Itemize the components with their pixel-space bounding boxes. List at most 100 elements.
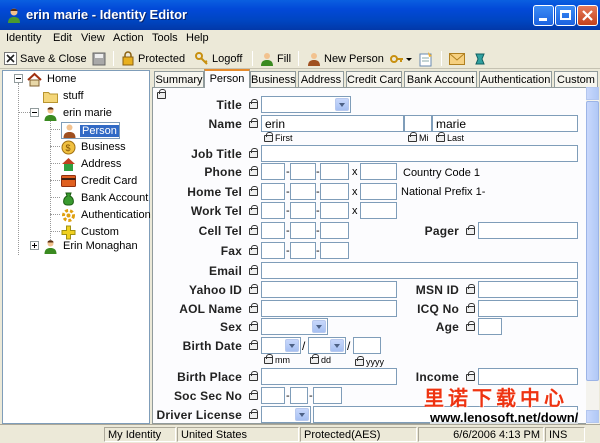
tab-credit-card[interactable]: Credit Card	[346, 71, 402, 87]
new-person-button[interactable]: New Person	[307, 50, 384, 67]
aol-name-input[interactable]	[261, 300, 397, 317]
fax-number-input[interactable]	[320, 242, 349, 259]
tree-erin-monaghan[interactable]: Erin Monaghan	[43, 238, 140, 254]
lock-icon[interactable]	[249, 340, 258, 350]
lock-icon[interactable]	[249, 148, 258, 158]
logoff-button[interactable]: Logoff	[195, 50, 242, 67]
tree-stuff[interactable]: stuff	[43, 88, 86, 104]
pin-icon[interactable]	[473, 52, 487, 66]
notepad-icon[interactable]	[418, 51, 434, 67]
phone-ext-input[interactable]	[360, 163, 397, 180]
lock-icon[interactable]	[466, 284, 475, 294]
cell-tel-prefix-input[interactable]	[290, 222, 316, 239]
menu-identity[interactable]: Identity	[6, 32, 41, 44]
tab-person[interactable]: Person	[204, 69, 250, 88]
lock-icon[interactable]	[249, 186, 258, 196]
middle-initial-input[interactable]	[404, 115, 432, 132]
minimize-button[interactable]	[533, 5, 554, 26]
key-dropdown-icon[interactable]	[390, 52, 412, 66]
ssn-part2-input[interactable]	[290, 387, 308, 404]
tree-credit-card[interactable]: Credit Card	[61, 173, 139, 189]
menu-help[interactable]: Help	[186, 32, 209, 44]
phone-prefix-input[interactable]	[290, 163, 316, 180]
lock-icon[interactable]	[355, 356, 364, 366]
ssn-part1-input[interactable]	[261, 387, 285, 404]
lock-icon[interactable]	[249, 118, 258, 128]
phone-number-input[interactable]	[320, 163, 349, 180]
menu-edit[interactable]: Edit	[53, 32, 72, 44]
disk-icon[interactable]	[92, 52, 106, 66]
lock-icon[interactable]	[249, 321, 258, 331]
age-input[interactable]	[478, 318, 502, 335]
birth-month-select[interactable]	[261, 337, 301, 354]
tree-bank-account[interactable]: Bank Account	[61, 190, 150, 206]
scroll-thumb[interactable]	[586, 101, 599, 381]
lock-icon[interactable]	[249, 303, 258, 313]
protected-button[interactable]: Protected	[121, 50, 185, 67]
tab-business[interactable]: Business	[250, 71, 296, 87]
cell-tel-number-input[interactable]	[320, 222, 349, 239]
lock-icon[interactable]	[249, 284, 258, 294]
lock-icon[interactable]	[249, 166, 258, 176]
tree-authentication[interactable]: Authentication	[61, 207, 153, 223]
lock-icon[interactable]	[249, 99, 258, 109]
msn-id-input[interactable]	[478, 281, 578, 298]
tree-address[interactable]: Address	[61, 156, 123, 172]
fill-button[interactable]: Fill	[260, 50, 291, 67]
lock-icon[interactable]	[249, 390, 258, 400]
menu-action[interactable]: Action	[113, 32, 144, 44]
ssn-part3-input[interactable]	[313, 387, 342, 404]
icq-no-input[interactable]	[478, 300, 578, 317]
home-tel-area-input[interactable]	[261, 183, 285, 200]
lock-icon[interactable]	[249, 409, 258, 419]
work-tel-ext-input[interactable]	[360, 202, 397, 219]
tree-person[interactable]: Person	[61, 122, 120, 139]
sex-select[interactable]	[261, 318, 328, 335]
lock-icon[interactable]	[249, 371, 258, 381]
tab-summary[interactable]: Summary	[154, 71, 204, 87]
email-input[interactable]	[261, 262, 578, 279]
expand-erin-monaghan-toggle[interactable]	[30, 241, 39, 250]
scroll-up-button[interactable]	[586, 87, 599, 100]
maximize-button[interactable]	[555, 5, 576, 26]
lock-icon[interactable]	[249, 245, 258, 255]
menu-tools[interactable]: Tools	[152, 32, 178, 44]
tab-authentication[interactable]: Authentication	[479, 71, 552, 87]
home-tel-number-input[interactable]	[320, 183, 349, 200]
vertical-scrollbar[interactable]	[586, 87, 599, 424]
home-tel-ext-input[interactable]	[360, 183, 397, 200]
phone-area-input[interactable]	[261, 163, 285, 180]
lock-icon[interactable]	[264, 132, 273, 142]
lock-icon[interactable]	[157, 89, 166, 99]
save-close-button[interactable]: Save & Close	[4, 50, 87, 67]
job-title-input[interactable]	[261, 145, 578, 162]
lock-icon[interactable]	[466, 371, 475, 381]
birth-place-input[interactable]	[261, 368, 397, 385]
scroll-down-button[interactable]	[586, 410, 599, 423]
close-button[interactable]	[577, 5, 598, 26]
title-select[interactable]	[261, 96, 351, 113]
last-name-input[interactable]: marie	[432, 115, 578, 132]
driver-license-state-select[interactable]	[261, 406, 311, 423]
tab-address[interactable]: Address	[298, 71, 344, 87]
work-tel-prefix-input[interactable]	[290, 202, 316, 219]
lock-icon[interactable]	[249, 225, 258, 235]
work-tel-number-input[interactable]	[320, 202, 349, 219]
work-tel-area-input[interactable]	[261, 202, 285, 219]
lock-icon[interactable]	[466, 303, 475, 313]
birth-day-select[interactable]	[308, 337, 346, 354]
birth-year-input[interactable]	[353, 337, 381, 354]
tree-home[interactable]: Home	[27, 71, 78, 87]
lock-icon[interactable]	[436, 132, 445, 142]
tree-erin-marie[interactable]: erin marie	[43, 105, 114, 121]
lock-icon[interactable]	[408, 132, 417, 142]
cell-tel-area-input[interactable]	[261, 222, 285, 239]
pager-input[interactable]	[478, 222, 578, 239]
collapse-erin-marie-toggle[interactable]	[30, 108, 39, 117]
yahoo-id-input[interactable]	[261, 281, 397, 298]
fax-area-input[interactable]	[261, 242, 285, 259]
tree-business[interactable]: $ Business	[61, 139, 128, 155]
collapse-home-toggle[interactable]	[14, 74, 23, 83]
home-tel-prefix-input[interactable]	[290, 183, 316, 200]
lock-icon[interactable]	[466, 321, 475, 331]
